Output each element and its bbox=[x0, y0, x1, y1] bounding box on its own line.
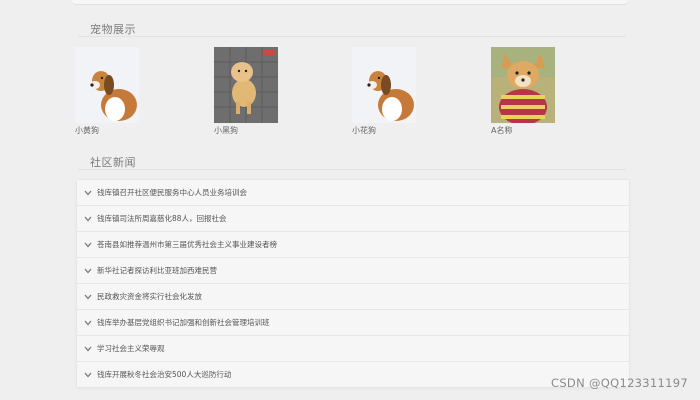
pet-card-2[interactable]: 小黑狗 bbox=[214, 47, 280, 136]
page: 宠物展示 小黄狗 小黑狗 小花狗 A名称 社区新闻 钱库镇召开社区便民服务中心人… bbox=[0, 0, 700, 400]
chevron-down-icon[interactable] bbox=[83, 292, 93, 302]
news-item[interactable]: 苍南县如推荐温州市第三届优秀社会主义事业建设者榜 bbox=[77, 232, 629, 258]
news-item[interactable]: 钱库镇司法所周嘉慈化88人，回报社会 bbox=[77, 206, 629, 232]
chevron-down-icon[interactable] bbox=[83, 214, 93, 224]
pet-name-3[interactable]: 小花狗 bbox=[352, 125, 418, 136]
pets-section-title: 宠物展示 bbox=[90, 23, 136, 36]
news-item[interactable]: 钱库镇召开社区便民服务中心人员业务培训会 bbox=[77, 180, 629, 206]
news-title[interactable]: 民政救灾资金将实行社会化发放 bbox=[97, 291, 202, 302]
news-title[interactable]: 钱库镇司法所周嘉慈化88人，回报社会 bbox=[97, 213, 227, 224]
pets-section-divider bbox=[78, 36, 626, 37]
news-item[interactable]: 新华社记者探访利比亚班加西难民营 bbox=[77, 258, 629, 284]
news-item[interactable]: 钱库开展秋冬社会治安500人大巡防行动 bbox=[77, 362, 629, 387]
pet-image-3[interactable] bbox=[352, 47, 416, 123]
chevron-down-icon[interactable] bbox=[83, 318, 93, 328]
news-item[interactable]: 钱库举办基层党组织书记加强和创新社会管理培训班 bbox=[77, 310, 629, 336]
news-section-divider bbox=[78, 169, 626, 170]
pet-card-1[interactable]: 小黄狗 bbox=[75, 47, 141, 136]
news-title[interactable]: 新华社记者探访利比亚班加西难民营 bbox=[97, 265, 217, 276]
news-list: 钱库镇召开社区便民服务中心人员业务培训会 钱库镇司法所周嘉慈化88人，回报社会 … bbox=[76, 179, 630, 388]
chevron-down-icon[interactable] bbox=[83, 370, 93, 380]
top-card bbox=[72, 0, 628, 5]
pet-image-4[interactable] bbox=[491, 47, 555, 123]
pet-card-4[interactable]: A名称 bbox=[491, 47, 557, 136]
pet-name-2[interactable]: 小黑狗 bbox=[214, 125, 280, 136]
pet-card-3[interactable]: 小花狗 bbox=[352, 47, 418, 136]
chevron-down-icon[interactable] bbox=[83, 344, 93, 354]
news-item[interactable]: 学习社会主义荣辱观 bbox=[77, 336, 629, 362]
watermark: CSDN @QQ123311197 bbox=[551, 376, 688, 390]
news-item[interactable]: 民政救灾资金将实行社会化发放 bbox=[77, 284, 629, 310]
pet-image-2[interactable] bbox=[214, 47, 278, 123]
news-title[interactable]: 学习社会主义荣辱观 bbox=[97, 343, 165, 354]
chevron-down-icon[interactable] bbox=[83, 188, 93, 198]
news-title[interactable]: 钱库开展秋冬社会治安500人大巡防行动 bbox=[97, 369, 231, 380]
chevron-down-icon[interactable] bbox=[83, 266, 93, 276]
news-title[interactable]: 苍南县如推荐温州市第三届优秀社会主义事业建设者榜 bbox=[97, 239, 277, 250]
pet-name-1[interactable]: 小黄狗 bbox=[75, 125, 141, 136]
pet-image-1[interactable] bbox=[75, 47, 139, 123]
news-title[interactable]: 钱库镇召开社区便民服务中心人员业务培训会 bbox=[97, 187, 247, 198]
chevron-down-icon[interactable] bbox=[83, 240, 93, 250]
news-title[interactable]: 钱库举办基层党组织书记加强和创新社会管理培训班 bbox=[97, 317, 270, 328]
pet-name-4[interactable]: A名称 bbox=[491, 125, 557, 136]
news-section-title: 社区新闻 bbox=[90, 156, 136, 169]
